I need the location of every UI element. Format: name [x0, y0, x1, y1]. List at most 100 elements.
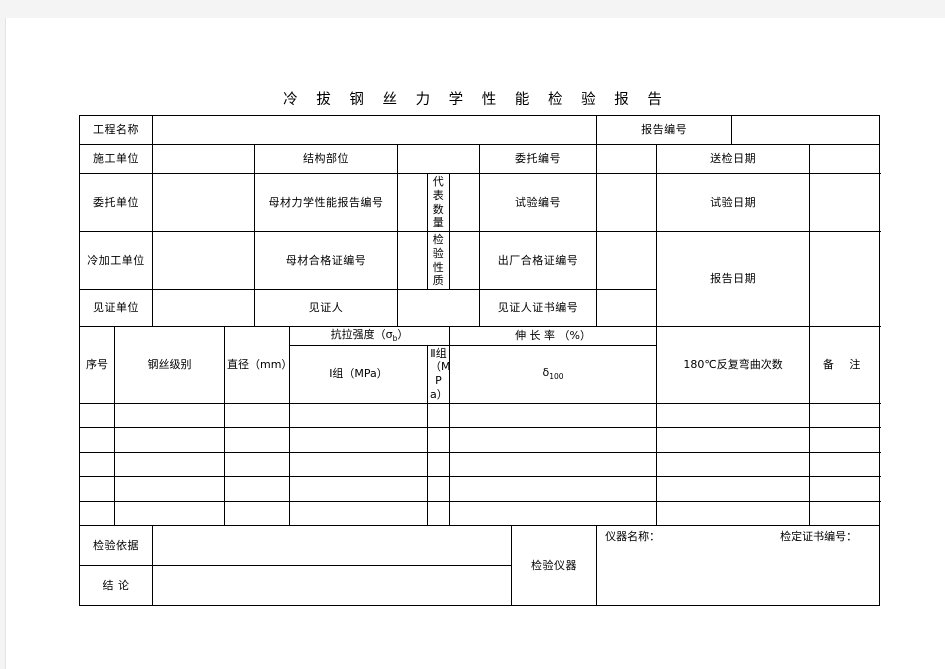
label-test-date: 试验日期 — [656, 173, 811, 232]
cell-group-1[interactable] — [289, 402, 428, 429]
field-witness-person[interactable] — [397, 289, 480, 327]
cell-bend-count[interactable] — [656, 427, 811, 453]
cell-bend-count[interactable] — [656, 476, 811, 502]
col-header-elongation-symbol: δ100 — [448, 344, 658, 404]
cell-group-2[interactable] — [427, 402, 450, 429]
document-page: 冷 拔 钢 丝 力 学 性 能 检 验 报 告 工程名称 报告编号 施工单位 结… — [5, 18, 945, 669]
inspection-report-form: 工程名称 报告编号 施工单位 结构部位 委托编号 送检日期 委托单位 母材力学性… — [79, 115, 881, 607]
cell-group-2[interactable] — [427, 476, 450, 502]
cell-wire-grade[interactable] — [114, 476, 225, 502]
cell-elongation[interactable] — [448, 451, 658, 478]
label-witness-person: 见证人 — [254, 289, 398, 327]
cell-wire-grade[interactable] — [114, 451, 225, 478]
cell-elongation[interactable] — [448, 402, 658, 429]
data-header-row-top: 序号 钢丝级别 直径（mm） 抗拉强度（σb） 伸 长 率 （%） 180℃反复… — [79, 326, 881, 404]
cell-remark[interactable] — [809, 451, 881, 478]
cell-diameter[interactable] — [224, 476, 290, 502]
table-row — [79, 402, 881, 429]
form-row-basis: 检验依据 检验仪器 仪器名称： 检定证书编号： — [79, 525, 881, 607]
cell-bend-count[interactable] — [656, 500, 811, 527]
label-test-no: 试验编号 — [478, 173, 598, 232]
field-represent-qty[interactable] — [449, 173, 480, 232]
label-factory-cert-no: 出厂合格证编号 — [478, 231, 598, 290]
label-conclusion: 结 论 — [79, 565, 153, 607]
col-header-seq: 序号 — [79, 326, 115, 404]
label-report-no: 报告编号 — [596, 115, 733, 145]
col-header-group-1: Ⅰ组（MPa） — [289, 344, 428, 404]
field-witness-cert-no[interactable] — [596, 289, 733, 327]
col-header-remark: 备 注 — [809, 326, 881, 404]
cell-group-1[interactable] — [289, 427, 428, 453]
cell-remark[interactable] — [809, 476, 881, 502]
cell-wire-grade[interactable] — [114, 402, 225, 429]
cell-diameter[interactable] — [224, 451, 290, 478]
cell-remark[interactable] — [809, 427, 881, 453]
col-header-tensile-strength: 抗拉强度（σb） — [289, 326, 450, 346]
label-witness-cert-no: 见证人证书编号 — [478, 289, 598, 327]
field-base-metal-cert-no[interactable] — [397, 231, 428, 290]
cell-diameter[interactable] — [224, 427, 290, 453]
col-header-elongation: 伸 长 率 （%） — [448, 326, 658, 346]
cell-seq[interactable] — [79, 427, 115, 453]
field-submit-date[interactable] — [809, 144, 881, 174]
label-project-name: 工程名称 — [79, 115, 153, 145]
cell-seq[interactable] — [79, 476, 115, 502]
label-base-metal-cert-no: 母材合格证编号 — [254, 231, 398, 290]
label-represent-qty: 代表数量 — [427, 173, 450, 232]
cell-wire-grade[interactable] — [114, 427, 225, 453]
cell-diameter[interactable] — [224, 402, 290, 429]
field-inspection-basis[interactable] — [152, 525, 512, 567]
table-row — [79, 476, 881, 502]
field-entrust-no[interactable] — [596, 144, 658, 174]
table-row — [79, 451, 881, 478]
label-witness-unit: 见证单位 — [79, 289, 153, 327]
field-test-no[interactable] — [596, 173, 658, 232]
field-test-date[interactable] — [809, 173, 881, 232]
field-inspect-nature[interactable] — [449, 231, 480, 290]
cell-bend-count[interactable] — [656, 402, 811, 429]
cell-group-2[interactable] — [427, 500, 450, 527]
field-factory-cert-no[interactable] — [596, 231, 658, 290]
cell-group-2[interactable] — [427, 451, 450, 478]
field-conclusion[interactable] — [152, 565, 512, 607]
cell-elongation[interactable] — [448, 476, 658, 502]
cell-wire-grade[interactable] — [114, 500, 225, 527]
field-construction-unit[interactable] — [152, 144, 255, 174]
form-row-coldwork: 冷加工单位 母材合格证编号 检验性质 出厂合格证编号 报告日期 — [79, 231, 881, 327]
label-instrument-name: 仪器名称： — [605, 530, 661, 544]
cell-group-1[interactable] — [289, 476, 428, 502]
form-row-entrust: 委托单位 母材力学性能报告编号 代表数量 试验编号 试验日期 — [79, 173, 881, 232]
cell-diameter[interactable] — [224, 500, 290, 527]
cell-bend-count[interactable] — [656, 451, 811, 478]
label-submit-date: 送检日期 — [656, 144, 811, 174]
cell-remark[interactable] — [809, 500, 881, 527]
cell-group-2[interactable] — [427, 427, 450, 453]
form-table: 工程名称 报告编号 施工单位 结构部位 委托编号 送检日期 委托单位 母材力学性… — [79, 115, 881, 607]
cell-group-1[interactable] — [289, 500, 428, 527]
field-report-no[interactable] — [731, 115, 881, 145]
label-inspect-nature: 检验性质 — [427, 231, 450, 290]
label-instrument: 检验仪器 — [510, 525, 598, 607]
cell-seq[interactable] — [79, 500, 115, 527]
col-header-wire-grade: 钢丝级别 — [114, 326, 225, 404]
field-witness-unit[interactable] — [152, 289, 255, 327]
field-structure-part[interactable] — [397, 144, 480, 174]
field-base-metal-report-no[interactable] — [397, 173, 428, 232]
table-row — [79, 500, 881, 527]
label-entrust-unit: 委托单位 — [79, 173, 153, 232]
field-instrument-info[interactable]: 仪器名称： 检定证书编号： — [596, 525, 881, 607]
cell-elongation[interactable] — [448, 500, 658, 527]
label-entrust-no: 委托编号 — [478, 144, 598, 174]
cell-group-1[interactable] — [289, 451, 428, 478]
cell-seq[interactable] — [79, 451, 115, 478]
label-cold-work-unit: 冷加工单位 — [79, 231, 153, 290]
field-report-date[interactable] — [809, 231, 881, 327]
cell-seq[interactable] — [79, 402, 115, 429]
field-entrust-unit[interactable] — [152, 173, 255, 232]
form-row-project: 工程名称 报告编号 — [79, 115, 881, 145]
field-cold-work-unit[interactable] — [152, 231, 255, 290]
field-project-name[interactable] — [151, 115, 598, 145]
col-header-group-2: Ⅱ组（MPa） — [427, 344, 451, 404]
cell-elongation[interactable] — [448, 427, 658, 453]
cell-remark[interactable] — [809, 402, 881, 429]
